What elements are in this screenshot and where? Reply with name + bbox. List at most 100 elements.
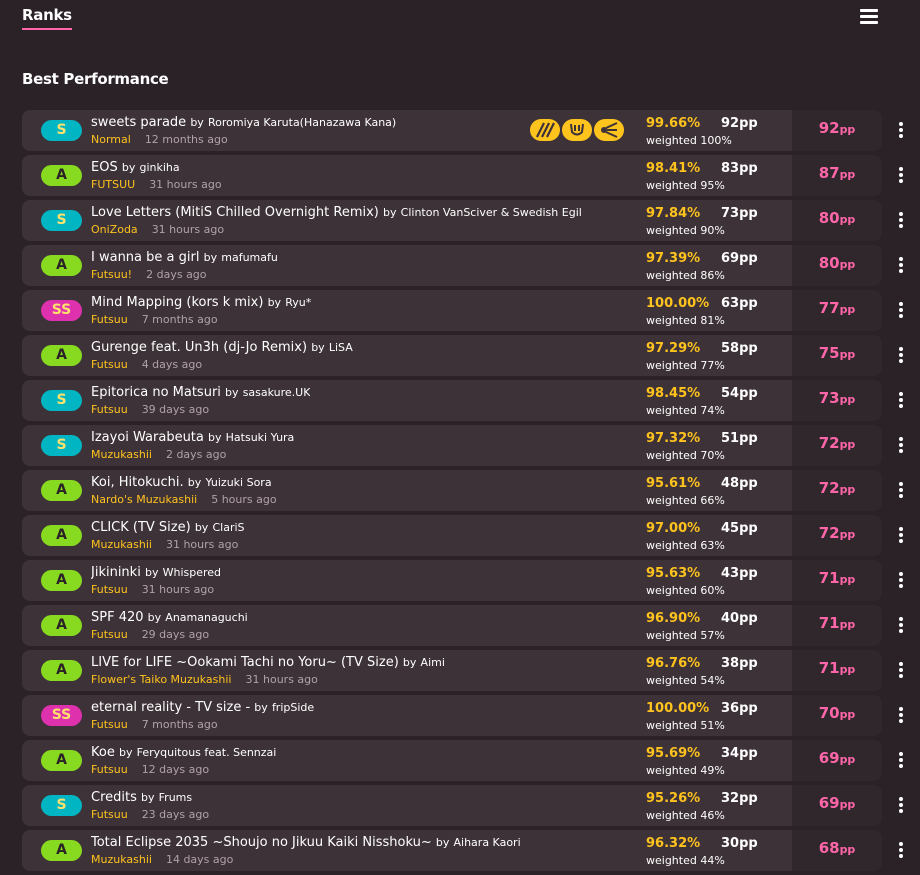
weighted-pp: 69pp xyxy=(792,749,882,767)
song-title-line[interactable]: Total Eclipse 2035 ~Shoujo no Jikuu Kaik… xyxy=(91,835,521,850)
song-title-line[interactable]: Koe by Feryquitous feat. Sennzai xyxy=(91,745,276,760)
score-row[interactable]: A Gurenge feat. Un3h (dj-Jo Remix) by LiS… xyxy=(22,335,920,376)
song-title-line[interactable]: EOS by ginkiha xyxy=(91,160,180,175)
song-title[interactable]: Epitorica no Matsuri xyxy=(91,385,221,400)
played-time: 7 months ago xyxy=(141,313,218,326)
song-title[interactable]: eternal reality - TV size - xyxy=(91,700,250,715)
song-title-line[interactable]: Epitorica no Matsuri by sasakure.UK xyxy=(91,385,310,400)
score-row[interactable]: A EOS by ginkiha FUTSUU 31 hours ago 98.41% 8… xyxy=(22,155,920,196)
score-row[interactable]: A LIVE for LIFE ~Ookami Tachi no Yoru~ (T… xyxy=(22,650,920,691)
more-options-icon[interactable] xyxy=(897,707,905,725)
mod-icon-hardrock xyxy=(562,119,592,141)
more-options-icon[interactable] xyxy=(897,122,905,140)
song-title-line[interactable]: Gurenge feat. Un3h (dj-Jo Remix) by LiSA xyxy=(91,340,353,355)
song-title[interactable]: SPF 420 xyxy=(91,610,144,625)
song-title-line[interactable]: Credits by Frums xyxy=(91,790,192,805)
more-options-icon[interactable] xyxy=(897,167,905,185)
by-label: by xyxy=(147,611,162,624)
song-title[interactable]: Koe xyxy=(91,745,115,760)
accuracy: 95.26% xyxy=(646,791,701,806)
score-row[interactable]: Ssweets parade by Roromiya Karuta(Hanaza… xyxy=(22,110,920,151)
song-title-line[interactable]: Mind Mapping (kors k mix) by Ryu* xyxy=(91,295,311,310)
more-options-icon[interactable] xyxy=(897,212,905,230)
tab-ranks[interactable]: Ranks xyxy=(22,6,72,30)
song-title[interactable]: I wanna be a girl xyxy=(91,250,199,265)
score-row[interactable]: S Credits by Frums Futsuu 23 days ago 95.26%… xyxy=(22,785,920,826)
played-time: 29 days ago xyxy=(141,628,210,641)
meta-line: Futsuu 7 months ago xyxy=(91,313,218,326)
song-title[interactable]: Total Eclipse 2035 ~Shoujo no Jikuu Kaik… xyxy=(91,835,432,850)
more-options-icon[interactable] xyxy=(897,302,905,320)
more-options-icon[interactable] xyxy=(897,842,905,860)
song-title[interactable]: sweets parade xyxy=(91,115,186,130)
song-title-line[interactable]: sweets parade by Roromiya Karuta(Hanazaw… xyxy=(91,115,396,130)
weighted-pp: 71pp xyxy=(792,659,882,677)
song-title-line[interactable]: CLICK (TV Size) by ClariS xyxy=(91,520,245,535)
song-title[interactable]: Mind Mapping (kors k mix) xyxy=(91,295,263,310)
song-title[interactable]: LIVE for LIFE ~Ookami Tachi no Yoru~ (TV… xyxy=(91,655,399,670)
score-row[interactable]: A Jikininki by Whispered Futsuu 31 hours ag… xyxy=(22,560,920,601)
grade-badge: S xyxy=(41,435,82,456)
weighted-pp: 72pp xyxy=(792,479,882,497)
more-options-icon[interactable] xyxy=(897,572,905,590)
song-title-line[interactable]: Koi, Hitokuchi. by Yuizuki Sora xyxy=(91,475,272,490)
song-title-line[interactable]: SPF 420 by Anamanaguchi xyxy=(91,610,248,625)
more-options-icon[interactable] xyxy=(897,752,905,770)
raw-pp-unit: pp xyxy=(739,521,758,536)
weighted-pp: 69pp xyxy=(792,794,882,812)
score-row[interactable]: A Total Eclipse 2035 ~Shoujo no Jikuu Kai… xyxy=(22,830,920,871)
song-title[interactable]: Izayoi Warabeuta xyxy=(91,430,204,445)
song-title[interactable]: Love Letters (MitiS Chilled Overnight Re… xyxy=(91,205,379,220)
raw-pp-value: 58 xyxy=(721,341,740,356)
more-options-icon[interactable] xyxy=(897,257,905,275)
raw-pp: 36pp xyxy=(721,701,758,716)
accuracy: 96.76% xyxy=(646,656,701,671)
played-time: 31 hours ago xyxy=(245,673,318,686)
raw-pp-value: 43 xyxy=(721,566,740,581)
weighted-pp-unit: pp xyxy=(839,843,856,856)
more-options-icon[interactable] xyxy=(897,617,905,635)
hamburger-menu-icon[interactable] xyxy=(860,9,878,25)
song-title-line[interactable]: Love Letters (MitiS Chilled Overnight Re… xyxy=(91,205,582,220)
weighted-pp-unit: pp xyxy=(839,303,856,316)
grade-badge: A xyxy=(41,615,82,636)
score-list: Ssweets parade by Roromiya Karuta(Hanaza… xyxy=(22,110,920,875)
score-row[interactable]: S Epitorica no Matsuri by sasakure.UK Futs… xyxy=(22,380,920,421)
song-title-line[interactable]: Jikininki by Whispered xyxy=(91,565,221,580)
score-row[interactable]: SS eternal reality - TV size - by fripSid… xyxy=(22,695,920,736)
raw-pp-unit: pp xyxy=(739,116,758,131)
score-row[interactable]: A Koe by Feryquitous feat. Sennzai Futsuu 1… xyxy=(22,740,920,781)
weighted-info: weighted 46% xyxy=(646,809,725,822)
more-options-icon[interactable] xyxy=(897,392,905,410)
song-title[interactable]: Jikininki xyxy=(91,565,141,580)
song-title-line[interactable]: I wanna be a girl by mafumafu xyxy=(91,250,278,265)
song-title-line[interactable]: Izayoi Warabeuta by Hatsuki Yura xyxy=(91,430,294,445)
meta-line: Muzukashii 31 hours ago xyxy=(91,538,238,551)
score-row[interactable]: A SPF 420 by Anamanaguchi Futsuu 29 days ag… xyxy=(22,605,920,646)
song-title-line[interactable]: LIVE for LIFE ~Ookami Tachi no Yoru~ (TV… xyxy=(91,655,445,670)
song-title[interactable]: Gurenge feat. Un3h (dj-Jo Remix) xyxy=(91,340,307,355)
song-title[interactable]: CLICK (TV Size) xyxy=(91,520,191,535)
song-title[interactable]: Credits xyxy=(91,790,137,805)
mod-icon-hidden xyxy=(530,119,560,141)
more-options-icon[interactable] xyxy=(897,797,905,815)
score-row[interactable]: S Love Letters (MitiS Chilled Overnight R… xyxy=(22,200,920,241)
more-options-icon[interactable] xyxy=(897,437,905,455)
raw-pp-value: 38 xyxy=(721,656,740,671)
song-title[interactable]: EOS xyxy=(91,160,118,175)
weighted-pp-value: 80 xyxy=(818,254,840,272)
more-options-icon[interactable] xyxy=(897,527,905,545)
song-title[interactable]: Koi, Hitokuchi. xyxy=(91,475,184,490)
score-row[interactable]: A Koi, Hitokuchi. by Yuizuki Sora Nardo's … xyxy=(22,470,920,511)
by-label: by xyxy=(225,386,239,399)
score-row[interactable]: S Izayoi Warabeuta by Hatsuki Yura Muzukas… xyxy=(22,425,920,466)
meta-line: Futsuu 4 days ago xyxy=(91,358,202,371)
more-options-icon[interactable] xyxy=(897,662,905,680)
score-row[interactable]: SS Mind Mapping (kors k mix) by Ryu* Futsu… xyxy=(22,290,920,331)
weighted-pp-unit: pp xyxy=(839,168,856,181)
score-row[interactable]: A I wanna be a girl by mafumafu Futsuu! 2 d… xyxy=(22,245,920,286)
more-options-icon[interactable] xyxy=(897,347,905,365)
more-options-icon[interactable] xyxy=(897,482,905,500)
song-title-line[interactable]: eternal reality - TV size - by fripSide xyxy=(91,700,314,715)
score-row[interactable]: A CLICK (TV Size) by ClariS Muzukashii 31 h… xyxy=(22,515,920,556)
